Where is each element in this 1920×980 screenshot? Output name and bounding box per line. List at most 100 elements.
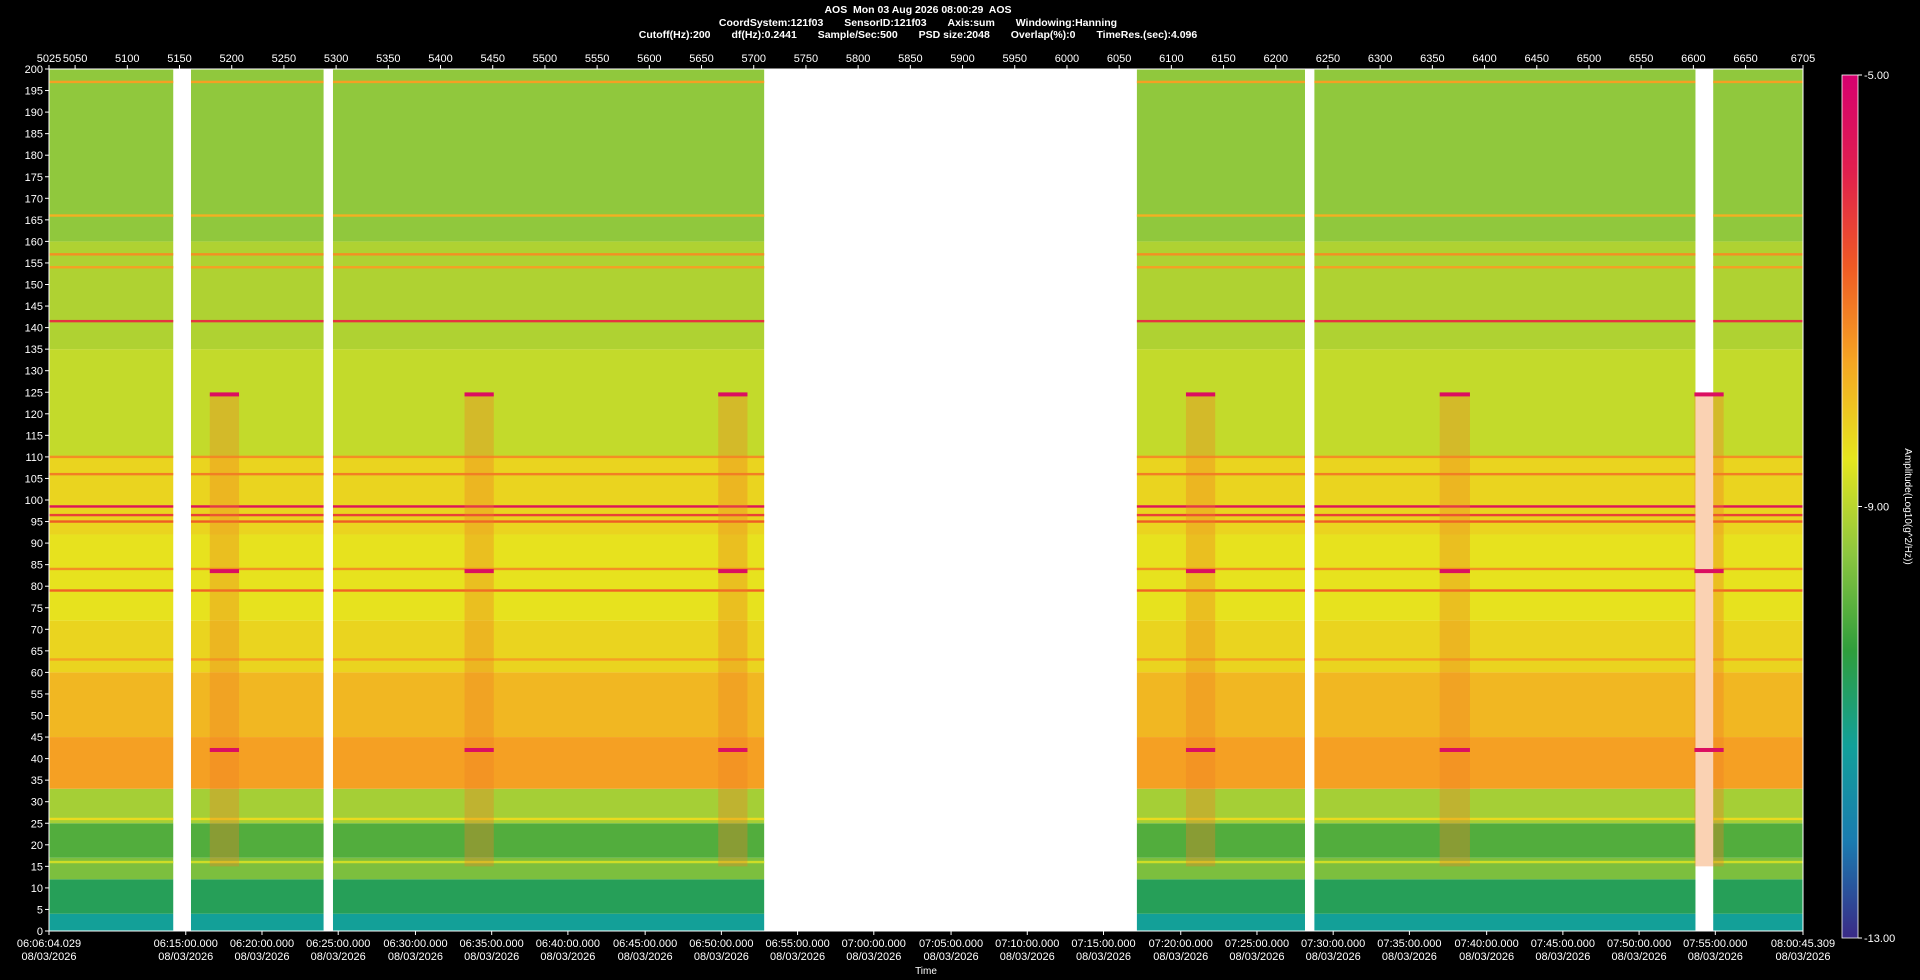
y-tick-label: 185 — [25, 129, 43, 141]
tonal-line — [49, 860, 174, 864]
y-tick-label: 80 — [31, 581, 43, 593]
tonal-line — [1136, 455, 1305, 459]
date-tick-label: 08/03/2026 — [770, 951, 825, 963]
tonal-line — [332, 455, 765, 459]
colorbar-tick-label: -13.00 — [1864, 933, 1895, 945]
y-tick-label: 50 — [31, 711, 43, 723]
top-tick-label: 5950 — [1003, 53, 1027, 65]
y-tick-label: 150 — [25, 280, 43, 292]
spectral-band — [1136, 879, 1305, 914]
top-tick-label: 6705 — [1791, 53, 1815, 65]
spectral-band — [332, 241, 765, 350]
spectral-band — [1713, 672, 1803, 738]
date-tick-label: 08/03/2026 — [1306, 951, 1361, 963]
top-tick-label: 5025 — [37, 53, 61, 65]
date-tick-label: 08/03/2026 — [1688, 951, 1743, 963]
event-tone — [209, 569, 240, 574]
tonal-line — [1136, 589, 1305, 592]
top-tick-label: 5450 — [480, 53, 504, 65]
tonal-line — [1713, 658, 1803, 661]
tonal-line — [332, 567, 765, 571]
spectral-band — [1713, 534, 1803, 621]
y-tick-label: 165 — [25, 215, 43, 227]
y-tick-label: 25 — [31, 818, 43, 830]
y-tick-label: 0 — [37, 926, 43, 938]
tonal-line — [1713, 860, 1803, 864]
tonal-line — [1314, 253, 1696, 256]
date-tick-label: 08/03/2026 — [924, 951, 979, 963]
time-tick-label: 07:35:00.000 — [1377, 938, 1441, 950]
spectrogram-segment — [1314, 69, 1696, 931]
top-tick-label: 5800 — [846, 53, 870, 65]
time-tick-label: 07:55:00.000 — [1683, 938, 1747, 950]
tonal-line — [1713, 214, 1803, 217]
spectral-band — [1713, 913, 1803, 931]
date-tick-label: 08/03/2026 — [1076, 951, 1131, 963]
tonal-line — [49, 214, 174, 217]
event-tone — [1694, 392, 1724, 397]
top-tick-label: 6150 — [1211, 53, 1235, 65]
spectral-band — [332, 737, 765, 789]
spectral-band — [1713, 349, 1803, 457]
tonal-line — [49, 589, 174, 592]
date-tick-label: 08/03/2026 — [1612, 951, 1667, 963]
tonal-line — [1713, 505, 1803, 508]
y-tick-label: 10 — [31, 883, 43, 895]
top-tick-label: 5750 — [794, 53, 818, 65]
y-tick-label: 5 — [37, 904, 43, 916]
spectral-band — [1136, 241, 1305, 350]
tonal-line — [1314, 589, 1696, 592]
spectral-band — [49, 241, 174, 350]
spectral-band — [1136, 672, 1305, 738]
tonal-line — [49, 266, 174, 269]
tonal-line — [1136, 266, 1305, 269]
top-tick-label: 5850 — [898, 53, 922, 65]
date-tick-label: 08/03/2026 — [464, 951, 519, 963]
spectral-band — [49, 534, 174, 621]
spectral-band — [49, 879, 174, 914]
event-tone — [209, 747, 240, 752]
tonal-line — [332, 520, 765, 523]
time-tick-label: 06:35:00.000 — [460, 938, 524, 950]
spectrogram-chart: 0 5 10 15 20 25 30 35 40 45 50 55 60 65 70 75 80 85 90 95 10… — [17, 53, 1913, 977]
spectral-band — [49, 737, 174, 789]
tonal-line — [49, 472, 174, 476]
spectral-band — [332, 879, 765, 914]
tonal-line — [49, 505, 174, 508]
y-tick-label: 75 — [31, 603, 43, 615]
time-tick-label: 07:15:00.000 — [1071, 938, 1135, 950]
tonal-line — [1136, 860, 1305, 864]
tonal-line — [1314, 505, 1696, 508]
y-tick-label: 195 — [25, 86, 43, 98]
spectral-band — [1713, 456, 1803, 535]
y-tick-label: 55 — [31, 689, 43, 701]
tonal-line — [1713, 319, 1803, 323]
date-tick-label: 08/03/2026 — [21, 951, 76, 963]
spectral-band — [49, 349, 174, 457]
event-tone — [464, 569, 494, 574]
spectrogram-segment — [1136, 69, 1305, 931]
y-tick-label: 180 — [25, 150, 43, 162]
spectral-band — [1314, 241, 1696, 350]
spectral-band — [49, 672, 174, 738]
tonal-line — [1136, 80, 1305, 84]
tonal-line — [332, 658, 765, 661]
time-tick-label: 07:05:00.000 — [919, 938, 983, 950]
spectrogram-plot-area[interactable] — [49, 69, 1803, 931]
top-tick-label: 5300 — [324, 53, 348, 65]
spectral-band — [1314, 456, 1696, 535]
tonal-line — [1314, 817, 1696, 821]
tonal-line — [49, 658, 174, 661]
event-tone — [1185, 569, 1216, 574]
tonal-line — [1314, 860, 1696, 864]
tonal-line — [1713, 266, 1803, 269]
spectral-band — [1314, 879, 1696, 914]
y-tick-label: 145 — [25, 301, 43, 313]
spectral-band — [332, 534, 765, 621]
top-tick-label: 5400 — [428, 53, 452, 65]
tonal-line — [332, 319, 765, 323]
time-tick-label: 07:10:00.000 — [995, 938, 1059, 950]
event-broadband — [718, 394, 748, 867]
tonal-line — [1136, 253, 1305, 256]
transient-event — [1185, 392, 1216, 867]
